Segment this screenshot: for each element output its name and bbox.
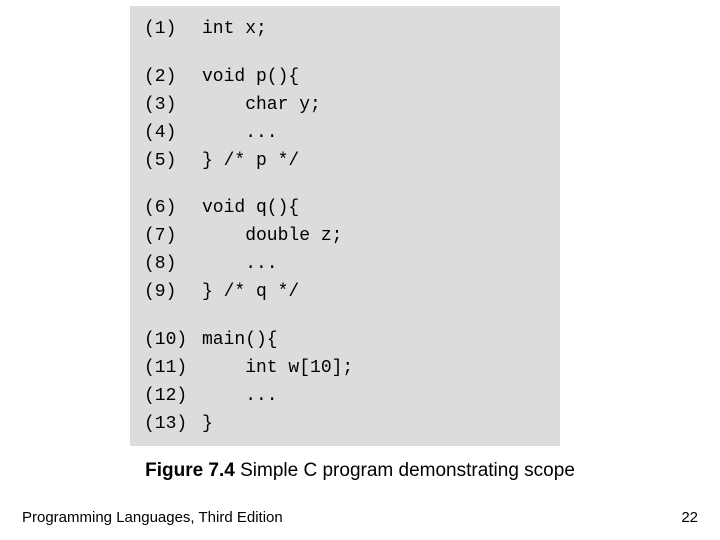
slide-footer: Programming Languages, Third Edition 22 (22, 509, 698, 526)
line-number: (9) (144, 279, 202, 307)
code-line: (11) int w[10]; (144, 355, 546, 383)
code-text: int w[10]; (202, 355, 353, 383)
blank-line (144, 175, 546, 195)
figure-number: Figure 7.4 (145, 460, 235, 481)
line-number: (12) (144, 383, 202, 411)
code-text: ... (202, 383, 278, 411)
code-text: void p(){ (202, 64, 299, 92)
code-line: (3) char y; (144, 92, 546, 120)
book-title: Programming Languages, Third Edition (22, 509, 283, 526)
blank-line (144, 307, 546, 327)
line-number: (3) (144, 92, 202, 120)
code-text: main(){ (202, 327, 278, 355)
code-line: (8) ... (144, 251, 546, 279)
line-number: (13) (144, 411, 202, 439)
code-line: (10)main(){ (144, 327, 546, 355)
page-number: 22 (681, 509, 698, 526)
code-line: (4) ... (144, 120, 546, 148)
code-listing: (1)int x;(2)void p(){(3) char y;(4) ...(… (130, 6, 560, 446)
code-line: (2)void p(){ (144, 64, 546, 92)
line-number: (6) (144, 195, 202, 223)
code-text: int x; (202, 16, 267, 44)
code-text: char y; (202, 92, 321, 120)
line-number: (1) (144, 16, 202, 44)
figure-caption-text: Simple C program demonstrating scope (235, 460, 575, 481)
code-line: (7) double z; (144, 223, 546, 251)
line-number: (2) (144, 64, 202, 92)
code-text: ... (202, 120, 278, 148)
line-number: (10) (144, 327, 202, 355)
code-line: (5)} /* p */ (144, 148, 546, 176)
figure-caption: Figure 7.4 Simple C program demonstratin… (0, 460, 720, 482)
line-number: (4) (144, 120, 202, 148)
code-line: (12) ... (144, 383, 546, 411)
code-text: void q(){ (202, 195, 299, 223)
line-number: (8) (144, 251, 202, 279)
line-number: (11) (144, 355, 202, 383)
code-line: (13)} (144, 411, 546, 439)
line-number: (5) (144, 148, 202, 176)
blank-line (144, 44, 546, 64)
code-text: } (202, 411, 213, 439)
code-line: (1)int x; (144, 16, 546, 44)
code-text: ... (202, 251, 278, 279)
code-line: (6)void q(){ (144, 195, 546, 223)
code-text: double z; (202, 223, 342, 251)
code-line: (9)} /* q */ (144, 279, 546, 307)
code-text: } /* p */ (202, 148, 299, 176)
line-number: (7) (144, 223, 202, 251)
code-text: } /* q */ (202, 279, 299, 307)
